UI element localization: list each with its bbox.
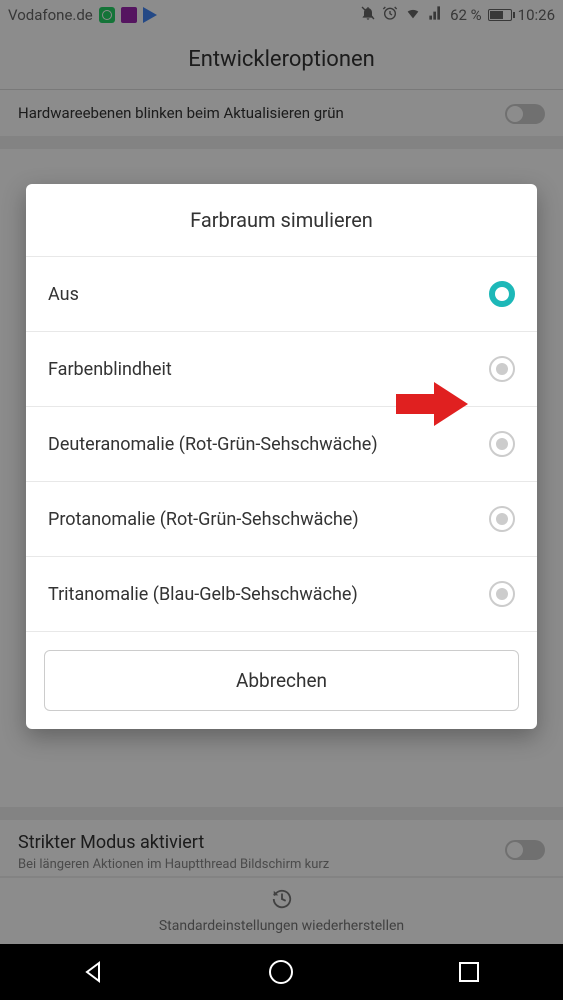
radio-selected[interactable] — [489, 281, 515, 307]
annotation-arrow-icon — [396, 382, 468, 426]
option-label: Deuteranomalie (Rot-Grün-Sehschwäche) — [48, 434, 378, 455]
cancel-button[interactable]: Abbrechen — [44, 650, 519, 711]
option-label: Farbenblindheit — [48, 359, 172, 380]
option-protanomalie[interactable]: Protanomalie (Rot-Grün-Sehschwäche) — [26, 482, 537, 557]
option-label: Protanomalie (Rot-Grün-Sehschwäche) — [48, 509, 359, 530]
radio-unselected[interactable] — [489, 356, 515, 382]
option-aus[interactable]: Aus — [26, 257, 537, 332]
radio-unselected[interactable] — [489, 506, 515, 532]
back-button[interactable] — [80, 958, 108, 986]
radio-unselected[interactable] — [489, 581, 515, 607]
color-space-dialog: Farbraum simulieren Aus Farbenblindheit … — [26, 184, 537, 729]
radio-unselected[interactable] — [489, 431, 515, 457]
navigation-bar — [0, 944, 563, 1000]
option-label: Aus — [48, 284, 79, 305]
recent-apps-button[interactable] — [455, 958, 483, 986]
option-label: Tritanomalie (Blau-Gelb-Sehschwäche) — [48, 584, 358, 605]
option-tritanomalie[interactable]: Tritanomalie (Blau-Gelb-Sehschwäche) — [26, 557, 537, 632]
dialog-title: Farbraum simulieren — [26, 184, 537, 257]
home-button[interactable] — [267, 958, 295, 986]
